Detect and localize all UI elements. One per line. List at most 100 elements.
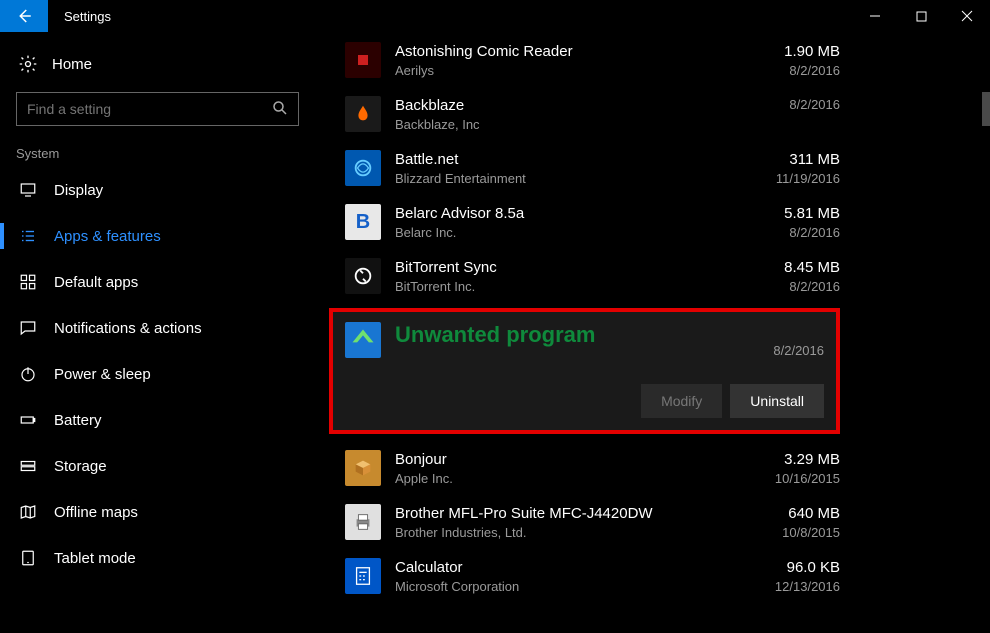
app-icon (345, 558, 381, 594)
app-size: 640 MB (730, 504, 840, 524)
sidebar-item-label: Default apps (54, 274, 138, 291)
back-button[interactable] (0, 0, 48, 32)
app-name: Astonishing Comic Reader (395, 42, 730, 62)
sidebar-item-default-apps[interactable]: Default apps (0, 259, 315, 305)
app-date: 8/2/2016 (730, 96, 840, 114)
app-publisher: Microsoft Corporation (395, 578, 730, 596)
app-date: 11/19/2016 (730, 170, 840, 188)
app-icon: B (345, 204, 381, 240)
gear-icon (18, 54, 38, 74)
app-publisher: Brother Industries, Ltd. (395, 524, 730, 542)
app-row[interactable]: Brother MFL-Pro Suite MFC-J4420DWBrother… (345, 496, 840, 550)
active-indicator (0, 223, 4, 249)
app-row[interactable]: BonjourApple Inc.3.29 MB10/16/2015 (345, 442, 840, 496)
storage-icon (18, 457, 38, 475)
app-row[interactable]: Battle.netBlizzard Entertainment311 MB11… (345, 142, 840, 196)
close-icon (961, 10, 973, 22)
app-icon (345, 504, 381, 540)
sidebar: Home System Display Apps & features Defa… (0, 32, 315, 633)
app-size: 8.45 MB (730, 258, 840, 278)
window-title: Settings (48, 0, 111, 32)
sidebar-item-label: Offline maps (54, 504, 138, 521)
app-size: 311 MB (730, 150, 840, 170)
app-name: Backblaze (395, 96, 730, 116)
app-icon (345, 450, 381, 486)
search-icon (271, 99, 289, 122)
maximize-button[interactable] (898, 0, 944, 32)
minimize-icon (869, 10, 881, 22)
modify-button[interactable]: Modify (641, 384, 722, 418)
app-date: 8/2/2016 (730, 278, 840, 296)
grid-icon (18, 273, 38, 291)
app-row[interactable]: CalculatorMicrosoft Corporation96.0 KB12… (345, 550, 840, 604)
main-panel: Astonishing Comic ReaderAerilys1.90 MB8/… (315, 32, 990, 633)
app-name: Calculator (395, 558, 730, 578)
selected-app-card[interactable]: Unwanted program 8/2/2016 Modify Uninsta… (329, 308, 840, 434)
app-publisher: Apple Inc. (395, 470, 730, 488)
sidebar-item-label: Battery (54, 412, 102, 429)
power-icon (18, 365, 38, 383)
app-row[interactable]: B Belarc Advisor 8.5aBelarc Inc.5.81 MB8/… (345, 196, 840, 250)
battery-icon (18, 411, 38, 429)
app-publisher: BitTorrent Inc. (395, 278, 730, 296)
app-date: 8/2/2016 (730, 224, 840, 242)
close-button[interactable] (944, 0, 990, 32)
home-link[interactable]: Home (0, 50, 315, 92)
app-icon (345, 258, 381, 294)
sidebar-item-battery[interactable]: Battery (0, 397, 315, 443)
app-list: Astonishing Comic ReaderAerilys1.90 MB8/… (315, 32, 980, 604)
maximize-icon (916, 11, 927, 22)
app-publisher: Aerilys (395, 62, 730, 80)
search-input[interactable] (16, 92, 299, 126)
sidebar-item-label: Power & sleep (54, 366, 151, 383)
app-row[interactable]: BitTorrent SyncBitTorrent Inc.8.45 MB8/2… (345, 250, 840, 304)
sidebar-item-offline-maps[interactable]: Offline maps (0, 489, 315, 535)
sidebar-item-storage[interactable]: Storage (0, 443, 315, 489)
sidebar-item-label: Display (54, 182, 103, 199)
arrow-left-icon (15, 7, 33, 25)
app-name: Bonjour (395, 450, 730, 470)
scrollbar-thumb[interactable] (982, 92, 990, 126)
sidebar-item-tablet-mode[interactable]: Tablet mode (0, 535, 315, 581)
app-size: 3.29 MB (730, 450, 840, 470)
sidebar-item-apps-features[interactable]: Apps & features (0, 213, 315, 259)
app-date: 10/8/2015 (730, 524, 840, 542)
app-publisher: Belarc Inc. (395, 224, 730, 242)
app-publisher: Blizzard Entertainment (395, 170, 730, 188)
sidebar-item-power-sleep[interactable]: Power & sleep (0, 351, 315, 397)
app-size: 5.81 MB (730, 204, 840, 224)
app-icon (345, 322, 381, 358)
home-label: Home (52, 56, 92, 73)
app-row[interactable]: Astonishing Comic ReaderAerilys1.90 MB8/… (345, 34, 840, 88)
app-date: 8/2/2016 (730, 62, 840, 80)
tablet-icon (18, 549, 38, 567)
app-publisher: Backblaze, Inc (395, 116, 730, 134)
sidebar-item-label: Tablet mode (54, 550, 136, 567)
search-box[interactable] (16, 92, 299, 126)
titlebar: Settings (0, 0, 990, 32)
app-date: 8/2/2016 (714, 342, 824, 360)
app-row[interactable]: BackblazeBackblaze, Inc8/2/2016 (345, 88, 840, 142)
scrollbar-track[interactable] (980, 32, 990, 633)
minimize-button[interactable] (852, 0, 898, 32)
list-icon (18, 227, 38, 245)
message-icon (18, 319, 38, 337)
sidebar-item-label: Storage (54, 458, 107, 475)
app-icon (345, 96, 381, 132)
map-icon (18, 503, 38, 521)
sidebar-item-notifications[interactable]: Notifications & actions (0, 305, 315, 351)
sidebar-group-label: System (0, 146, 315, 167)
app-name: Brother MFL-Pro Suite MFC-J4420DW (395, 504, 730, 524)
app-name: BitTorrent Sync (395, 258, 730, 278)
sidebar-item-label: Notifications & actions (54, 320, 202, 337)
app-date: 10/16/2015 (730, 470, 840, 488)
uninstall-button[interactable]: Uninstall (730, 384, 824, 418)
app-date: 12/13/2016 (730, 578, 840, 596)
app-name: Battle.net (395, 150, 730, 170)
app-icon (345, 42, 381, 78)
app-name: Belarc Advisor 8.5a (395, 204, 730, 224)
app-size: 96.0 KB (730, 558, 840, 578)
selected-app-name: Unwanted program (395, 322, 714, 348)
app-size: 1.90 MB (730, 42, 840, 62)
sidebar-item-display[interactable]: Display (0, 167, 315, 213)
